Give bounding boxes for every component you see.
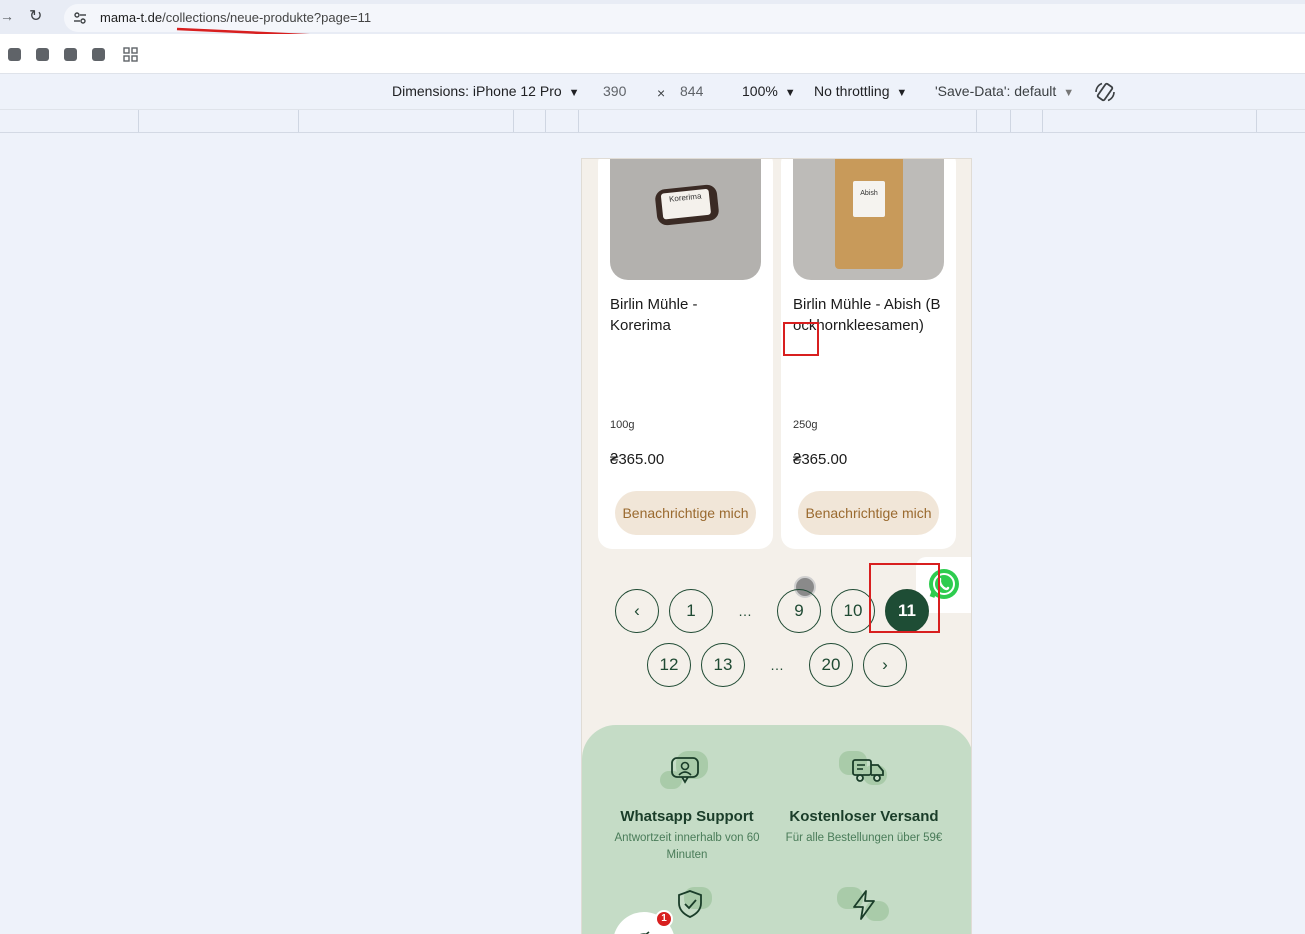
product-title[interactable]: Birlin Mühle - Korerima: [610, 294, 762, 336]
delivery-truck-icon: [852, 759, 884, 782]
rotate-icon[interactable]: [1093, 80, 1117, 104]
ruler-divider: [976, 110, 977, 132]
ruler-divider: [545, 110, 546, 132]
dimensions-label: Dimensions: iPhone 12 Pro: [392, 83, 562, 99]
pagination-page-13[interactable]: 13: [701, 643, 745, 687]
shipping-icon-wrap: [837, 751, 893, 795]
chevron-down-icon: ▼: [781, 87, 796, 99]
save-data-value: 'Save-Data': default: [935, 83, 1057, 99]
bookmarks-bar: [0, 34, 1305, 74]
ruler-divider: [298, 110, 299, 132]
pagination-ellipsis: …: [770, 657, 784, 673]
device-viewport: Korerima Birlin Mühle - Korerima 100g ₴3…: [581, 158, 972, 934]
times-icon: ×: [657, 85, 666, 101]
product-card[interactable]: Korerima Birlin Mühle - Korerima 100g ₴3…: [598, 159, 773, 549]
notify-me-button[interactable]: Benachrichtige mich: [615, 491, 756, 535]
pagination-page-1[interactable]: 1: [669, 589, 713, 633]
product-package: Abish: [835, 159, 903, 269]
zoom-select[interactable]: 100% ▼: [742, 83, 796, 99]
save-data-select[interactable]: 'Save-Data': default ▼: [935, 83, 1074, 99]
package-label-text: Abish: [860, 190, 878, 197]
zoom-value: 100%: [742, 83, 778, 99]
ruler-divider: [1010, 110, 1011, 132]
product-package: Korerima: [654, 183, 720, 227]
product-price: ₴365.00: [610, 451, 665, 468]
package-label: Korerima: [660, 188, 712, 220]
ruler-divider: [578, 110, 579, 132]
dimensions-select[interactable]: Dimensions: iPhone 12 Pro ▼: [392, 83, 580, 99]
notify-me-button[interactable]: Benachrichtige mich: [798, 491, 939, 535]
product-weight: 250g: [793, 419, 818, 431]
scissors-icon: [640, 931, 650, 934]
feature-title: Whatsapp Support: [620, 808, 754, 825]
pagination-ellipsis: …: [738, 603, 752, 619]
annotation-box: [869, 563, 940, 633]
ruler-divider: [1042, 110, 1043, 132]
ruler-divider: [138, 110, 139, 132]
forward-icon[interactable]: →: [0, 8, 14, 24]
pagination-page-12[interactable]: 12: [647, 643, 691, 687]
features-section: Whatsapp Support Antwortzeit innerhalb v…: [582, 725, 971, 934]
feature-title: Kostenloser Versand: [789, 808, 939, 825]
product-weight: 100g: [610, 419, 635, 431]
url-host: mama-t.de: [100, 10, 163, 25]
url-text: mama-t.de/collections/neue-produkte?page…: [100, 10, 371, 25]
ruler-divider: [513, 110, 514, 132]
fast-icon-wrap: [837, 887, 893, 931]
pagination-next-button[interactable]: ›: [863, 643, 907, 687]
support-icon-wrap: [660, 751, 716, 795]
chevron-down-icon: ▼: [565, 87, 580, 99]
package-label: Abish: [853, 181, 885, 217]
width-input[interactable]: 390: [603, 83, 626, 99]
feature-subtitle: Antwortzeit innerhalb von 60 Minuten: [614, 832, 760, 861]
product-price: ₴365.00: [793, 451, 848, 468]
media-query-bar: [0, 109, 1305, 133]
height-input[interactable]: 844: [680, 83, 703, 99]
secure-icon-wrap: [664, 887, 720, 931]
ruler-divider: [1256, 110, 1257, 132]
annotation-box: [783, 322, 819, 356]
chevron-down-icon: ▼: [893, 87, 908, 99]
reload-icon[interactable]: ↻: [29, 6, 42, 26]
url-path: /collections/neue-produkte?page=11: [162, 10, 372, 25]
shield-check-icon: [678, 890, 702, 918]
site-settings-icon[interactable]: [73, 11, 87, 25]
bookmark-icon[interactable]: [8, 48, 21, 61]
cart-count-badge: 1: [655, 910, 673, 928]
bookmark-icon[interactable]: [92, 48, 105, 61]
chat-support-icon: [671, 757, 699, 784]
feature-subtitle: Für alle Bestellungen über 59€: [785, 832, 943, 844]
bookmark-icon[interactable]: [36, 48, 49, 61]
pagination-page-20[interactable]: 20: [809, 643, 853, 687]
package-label-text: Korerima: [668, 191, 702, 204]
pagination-prev-button[interactable]: ‹: [615, 589, 659, 633]
product-image[interactable]: Abish: [793, 159, 944, 280]
browser-toolbar: → ↻ mama-t.de/collections/neue-produkte?…: [0, 0, 1305, 42]
bookmark-icon[interactable]: [64, 48, 77, 61]
lightning-icon: [853, 890, 875, 920]
throttling-select[interactable]: No throttling ▼: [814, 83, 907, 99]
chevron-down-icon: ▼: [1060, 87, 1075, 99]
device-toolbar: Dimensions: iPhone 12 Pro ▼ 390 × 844 10…: [0, 75, 1305, 109]
throttling-value: No throttling: [814, 83, 890, 99]
product-image[interactable]: Korerima: [610, 159, 761, 280]
pagination-page-9[interactable]: 9: [777, 589, 821, 633]
apps-grid-icon[interactable]: [123, 47, 138, 62]
